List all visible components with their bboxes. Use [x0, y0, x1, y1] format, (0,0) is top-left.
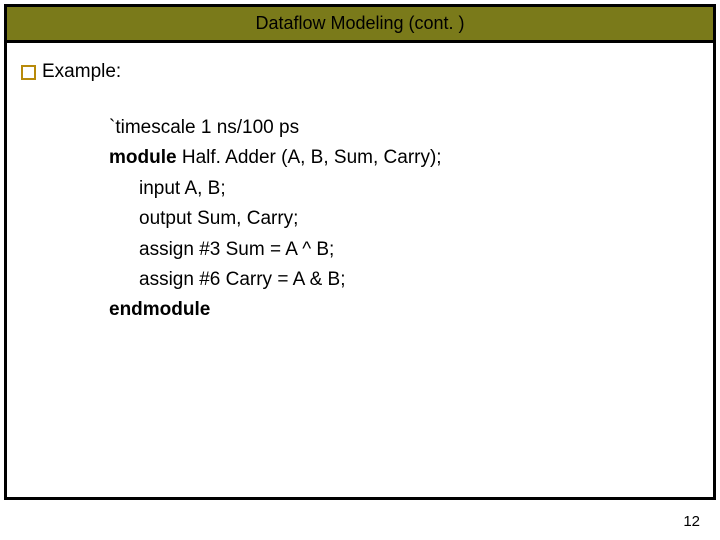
code-text: 1 ns/100 ps [201, 117, 299, 138]
code-line-7: endmodule [109, 295, 699, 325]
slide-title: Dataflow Modeling (cont. ) [255, 13, 464, 34]
title-bar: Dataflow Modeling (cont. ) [7, 7, 713, 43]
code-line-4: output Sum, Carry; [109, 204, 699, 234]
code-keyword: module [109, 147, 182, 168]
slide-content: Example: `timescale 1 ns/100 ps module H… [7, 43, 713, 344]
code-keyword: endmodule [109, 299, 210, 320]
code-line-1: `timescale 1 ns/100 ps [109, 113, 699, 143]
code-keyword: assign [139, 239, 199, 260]
code-text: #6 Carry = A & B; [199, 269, 345, 290]
code-line-6: assign #6 Carry = A & B; [109, 265, 699, 295]
code-keyword: input [139, 178, 184, 199]
code-text: A, B; [184, 178, 225, 199]
bullet-label: Example: [42, 61, 121, 83]
slide-frame: Dataflow Modeling (cont. ) Example: `tim… [4, 4, 716, 500]
code-keyword: assign [139, 269, 199, 290]
code-line-2: module Half. Adder (A, B, Sum, Carry); [109, 143, 699, 173]
code-text: Half. Adder (A, B, Sum, Carry); [182, 147, 442, 168]
page-number: 12 [683, 513, 700, 530]
code-keyword: output [139, 208, 197, 229]
square-bullet-icon [21, 65, 36, 80]
code-text: #3 Sum = A ^ B; [199, 239, 334, 260]
code-block: `timescale 1 ns/100 ps module Half. Adde… [109, 113, 699, 326]
code-line-5: assign #3 Sum = A ^ B; [109, 235, 699, 265]
code-text: Sum, Carry; [197, 208, 298, 229]
bullet-item: Example: [21, 61, 699, 83]
code-directive: `timescale [109, 117, 201, 138]
code-line-3: input A, B; [109, 174, 699, 204]
